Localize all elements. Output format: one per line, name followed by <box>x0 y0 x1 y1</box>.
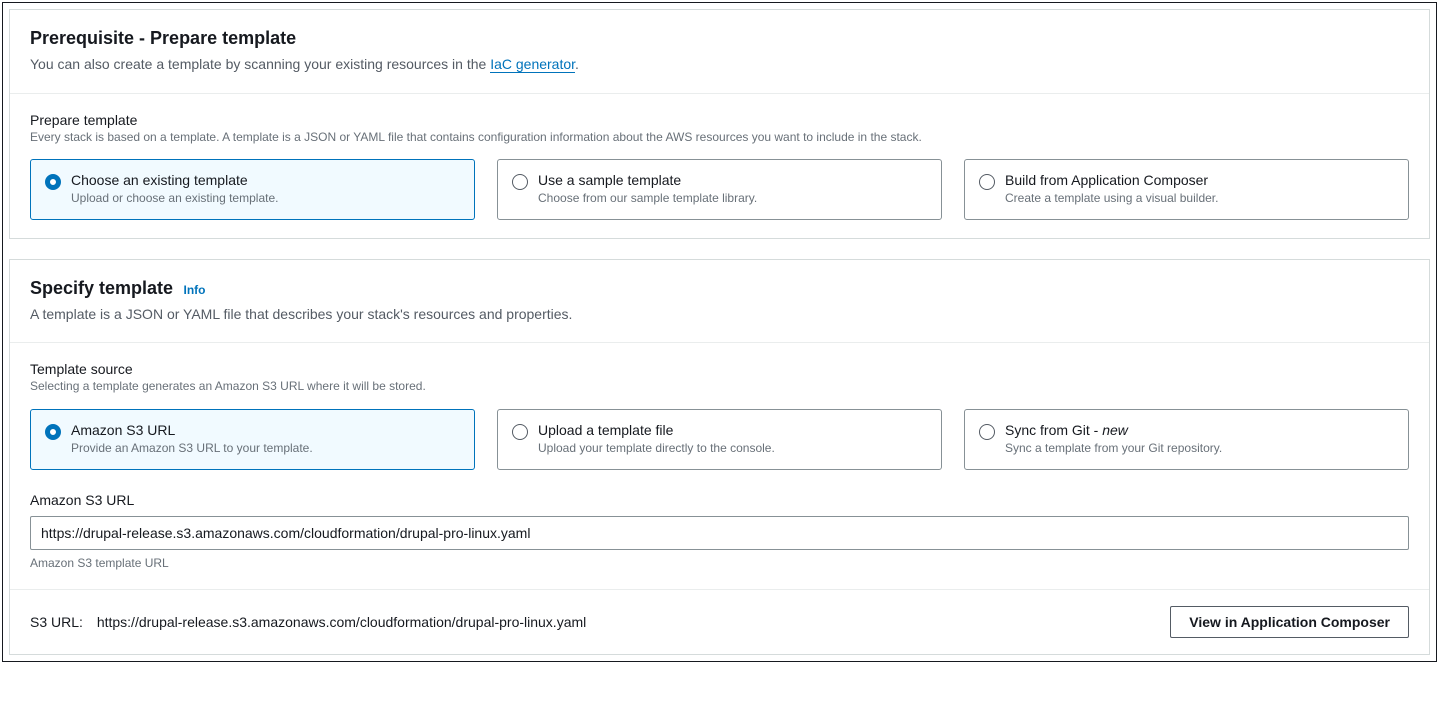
option-title: Amazon S3 URL <box>71 422 313 438</box>
specify-template-title: Specify template <box>30 278 173 298</box>
prerequisite-description: You can also create a template by scanni… <box>30 55 1409 75</box>
s3-url-display-value: https://drupal-release.s3.amazonaws.com/… <box>97 614 586 630</box>
s3-url-display-label: S3 URL: <box>30 614 83 630</box>
s3-url-hint: Amazon S3 template URL <box>30 556 1409 572</box>
info-link[interactable]: Info <box>184 283 206 297</box>
prepare-template-hint: Every stack is based on a template. A te… <box>30 130 1409 146</box>
iac-generator-link[interactable]: IaC generator <box>490 56 575 73</box>
panel-header-specify-template: Specify template Info A template is a JS… <box>10 260 1429 344</box>
radio-icon <box>979 424 995 440</box>
option-build-application-composer[interactable]: Build from Application Composer Create a… <box>964 159 1409 220</box>
option-subtitle: Choose from our sample template library. <box>538 191 757 207</box>
panel-footer: S3 URL: https://drupal-release.s3.amazon… <box>10 589 1429 654</box>
template-source-hint: Selecting a template generates an Amazon… <box>30 379 1409 395</box>
radio-icon <box>512 424 528 440</box>
option-sync-from-git[interactable]: Sync from Git - new Sync a template from… <box>964 409 1409 470</box>
radio-icon <box>979 174 995 190</box>
option-subtitle: Upload your template directly to the con… <box>538 441 775 457</box>
option-title: Use a sample template <box>538 172 757 188</box>
option-amazon-s3-url[interactable]: Amazon S3 URL Provide an Amazon S3 URL t… <box>30 409 475 470</box>
prepare-template-label: Prepare template <box>30 112 1409 128</box>
option-title: Upload a template file <box>538 422 775 438</box>
prerequisite-desc-prefix: You can also create a template by scanni… <box>30 56 490 72</box>
s3-url-input[interactable] <box>30 516 1409 550</box>
option-title: Choose an existing template <box>71 172 278 188</box>
radio-icon <box>512 174 528 190</box>
panel-specify-template: Specify template Info A template is a JS… <box>9 259 1430 655</box>
option-subtitle: Provide an Amazon S3 URL to your templat… <box>71 441 313 457</box>
option-subtitle: Upload or choose an existing template. <box>71 191 278 207</box>
s3-url-label: Amazon S3 URL <box>30 492 1409 508</box>
section-template-source: Template source Selecting a template gen… <box>10 343 1429 589</box>
prepare-template-options: Choose an existing template Upload or ch… <box>30 159 1409 220</box>
option-title: Sync from Git - new <box>1005 422 1222 438</box>
panel-prerequisite: Prerequisite - Prepare template You can … <box>9 9 1430 239</box>
panel-header-prerequisite: Prerequisite - Prepare template You can … <box>10 10 1429 94</box>
section-prepare-template: Prepare template Every stack is based on… <box>10 94 1429 238</box>
prerequisite-desc-suffix: . <box>575 56 579 72</box>
option-upload-template-file[interactable]: Upload a template file Upload your templ… <box>497 409 942 470</box>
option-subtitle: Create a template using a visual builder… <box>1005 191 1218 207</box>
prerequisite-title: Prerequisite - Prepare template <box>30 28 296 48</box>
radio-selected-icon <box>45 174 61 190</box>
specify-template-description: A template is a JSON or YAML file that d… <box>30 305 1409 325</box>
template-source-options: Amazon S3 URL Provide an Amazon S3 URL t… <box>30 409 1409 470</box>
option-title-prefix: Sync from Git - <box>1005 422 1102 438</box>
option-use-sample-template[interactable]: Use a sample template Choose from our sa… <box>497 159 942 220</box>
template-source-label: Template source <box>30 361 1409 377</box>
option-title: Build from Application Composer <box>1005 172 1218 188</box>
new-badge: new <box>1102 422 1128 438</box>
s3-url-display: S3 URL: https://drupal-release.s3.amazon… <box>30 614 586 630</box>
option-choose-existing-template[interactable]: Choose an existing template Upload or ch… <box>30 159 475 220</box>
radio-selected-icon <box>45 424 61 440</box>
option-subtitle: Sync a template from your Git repository… <box>1005 441 1222 457</box>
view-in-application-composer-button[interactable]: View in Application Composer <box>1170 606 1409 638</box>
